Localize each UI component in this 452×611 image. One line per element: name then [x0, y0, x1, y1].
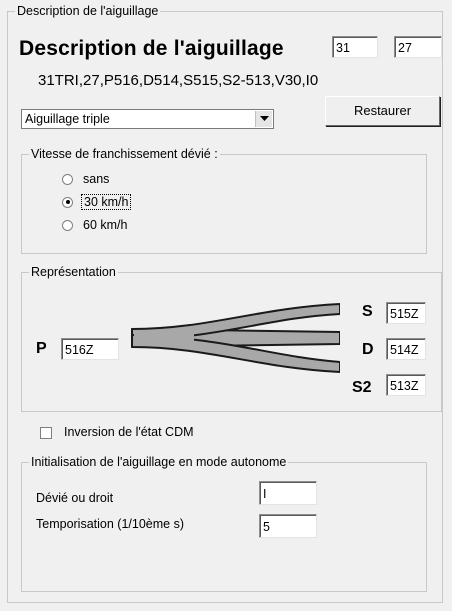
switch-id-field[interactable]	[394, 36, 442, 58]
speed-option-sans[interactable]: sans	[62, 171, 111, 187]
speed-group-legend: Vitesse de franchissement dévié :	[29, 147, 220, 162]
track-label-s: S	[362, 303, 373, 320]
track-label-s2: S2	[352, 379, 372, 396]
switch-number-field[interactable]	[332, 36, 378, 58]
switch-type-value: Aiguillage triple	[25, 112, 110, 126]
panel-legend: Description de l'aiguillage	[15, 4, 161, 19]
switch-code-text: 31TRI,27,P516,D514,S515,S2-513,V30,I0	[38, 72, 319, 89]
inversion-label[interactable]: Inversion de l'état CDM	[64, 425, 194, 439]
track-s2-field[interactable]	[386, 374, 426, 396]
radio-sans[interactable]	[62, 173, 73, 185]
track-d-field[interactable]	[386, 338, 426, 360]
inversion-checkbox[interactable]	[40, 427, 52, 439]
restore-button[interactable]: Restaurer	[325, 96, 440, 126]
representation-legend: Représentation	[29, 265, 118, 280]
chevron-down-icon[interactable]	[255, 111, 272, 127]
speed-option-label: sans	[83, 172, 110, 186]
speed-option-label: 60 km/h	[83, 218, 128, 232]
devie-label: Dévié ou droit	[36, 491, 114, 505]
devie-field[interactable]	[259, 481, 317, 505]
speed-option-60[interactable]: 60 km/h	[62, 217, 129, 233]
autonomous-legend: Initialisation de l'aiguillage en mode a…	[29, 455, 289, 470]
track-s-field[interactable]	[386, 302, 426, 324]
track-label-d: D	[362, 341, 374, 358]
track-p-field[interactable]	[61, 338, 119, 360]
triple-switch-diagram	[131, 303, 340, 373]
radio-30[interactable]	[62, 196, 73, 208]
track-label-p: P	[36, 340, 47, 357]
radio-60[interactable]	[62, 219, 73, 231]
switch-type-select[interactable]: Aiguillage triple	[21, 109, 274, 129]
speed-option-label: 30 km/h	[81, 194, 132, 210]
page-title: Description de l'aiguillage	[19, 37, 284, 60]
speed-option-30[interactable]: 30 km/h	[62, 194, 132, 210]
tempo-label: Temporisation (1/10ème s)	[36, 517, 184, 531]
tempo-field[interactable]	[259, 514, 317, 538]
